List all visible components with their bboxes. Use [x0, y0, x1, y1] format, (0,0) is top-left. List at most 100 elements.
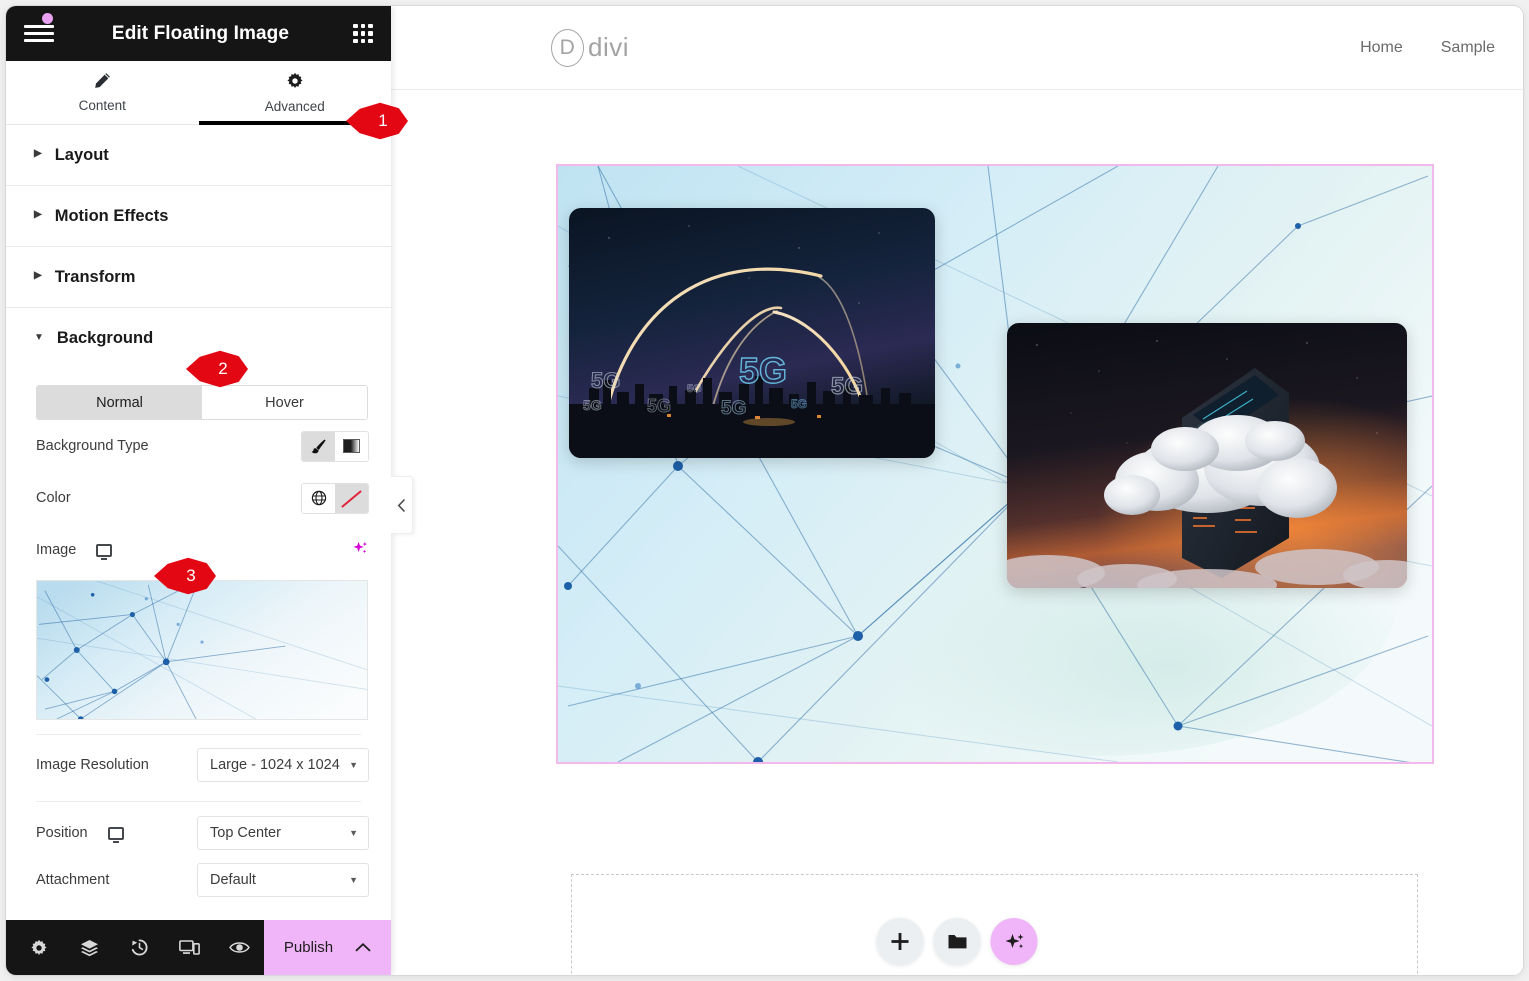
chevron-down-icon: ▼	[349, 828, 358, 838]
svg-text:5G: 5G	[591, 368, 620, 393]
ai-sparkle-icon[interactable]	[352, 539, 369, 561]
no-color-swatch[interactable]	[335, 483, 368, 513]
globe-icon[interactable]	[302, 483, 335, 513]
tab-content-label: Content	[78, 98, 126, 113]
svg-text:5G: 5G	[647, 396, 671, 416]
section-background-header[interactable]: ▼ Background	[6, 308, 391, 369]
tab-advanced[interactable]: Advanced	[198, 61, 392, 125]
editor-panel-footer: Publish	[6, 920, 391, 975]
publish-button[interactable]: Publish	[264, 920, 391, 975]
section-background-label: Background	[56, 329, 154, 347]
chevron-up-icon[interactable]	[355, 940, 371, 955]
image-resolution-label: Image Resolution	[36, 757, 149, 773]
attachment-row: Attachment Default ▼	[6, 854, 391, 906]
image-label: Image	[36, 542, 77, 558]
image-5g-graphic: 5G 5G 5G 5G 5G 5G 5G 5G	[569, 208, 935, 458]
section-layout-label: Layout	[54, 145, 109, 164]
responsive-icon[interactable]	[164, 939, 214, 956]
color-options[interactable]	[301, 482, 369, 514]
desktop-icon[interactable]	[96, 543, 113, 560]
editor-panel-body[interactable]: ▶ Layout ▶ Motion Effects ▶ Transform ▼ …	[6, 125, 391, 920]
editor-panel: Edit Floating Image Content Advanced ▶ L…	[6, 6, 391, 975]
image-resolution-row: Image Resolution Large - 1024 x 1024 ▼	[6, 735, 391, 787]
chevron-down-icon: ▼	[349, 875, 358, 885]
template-library-button[interactable]	[933, 918, 981, 965]
section-transform-label: Transform	[54, 267, 136, 286]
grid-apps-icon[interactable]	[353, 23, 373, 44]
image-5g-city-skyline[interactable]: 5G 5G 5G 5G 5G 5G 5G 5G	[569, 208, 935, 458]
ai-sparkle-icon	[1005, 933, 1023, 948]
attachment-label: Attachment	[36, 872, 110, 888]
svg-text:5G: 5G	[721, 398, 746, 419]
pencil-icon	[94, 72, 111, 92]
svg-text:5G: 5G	[583, 397, 602, 413]
position-row: Position Top Center ▼	[6, 802, 391, 854]
tab-content[interactable]: Content	[6, 61, 199, 124]
desktop-icon[interactable]	[107, 826, 124, 843]
section-transform[interactable]: ▶ Transform	[6, 247, 391, 308]
browser-page-frame: D divi Home Sample Elementor #22	[6, 6, 1523, 975]
image-cloud-server[interactable]	[1007, 323, 1407, 588]
background-image-thumbnail	[37, 581, 367, 719]
editor-panel-header: Edit Floating Image	[6, 6, 391, 61]
section-layout[interactable]: ▶ Layout	[6, 125, 391, 186]
history-icon[interactable]	[114, 938, 164, 957]
hero-section[interactable]: 5G 5G 5G 5G 5G 5G 5G 5G	[556, 164, 1434, 764]
attachment-value: Default	[210, 872, 256, 888]
footer-icon-row[interactable]	[6, 920, 264, 975]
folder-icon	[948, 935, 966, 949]
divi-logo-mark: D	[551, 28, 584, 67]
preview-eye-icon[interactable]	[214, 940, 264, 955]
nav-item-home[interactable]: Home	[1360, 39, 1403, 57]
background-type-options[interactable]	[301, 430, 369, 462]
ai-button[interactable]	[990, 918, 1038, 965]
tab-advanced-label: Advanced	[264, 98, 325, 114]
toggle-normal[interactable]: Normal	[37, 386, 202, 419]
position-label: Position	[36, 825, 88, 841]
attachment-select[interactable]: Default ▼	[197, 863, 369, 897]
section-motion-effects[interactable]: ▶ Motion Effects	[6, 186, 391, 247]
chevron-right-icon: ▶	[34, 270, 42, 281]
canvas-fab-row[interactable]	[876, 918, 1038, 965]
add-element-button[interactable]	[876, 918, 924, 965]
section-background: ▼ Background Normal Hover Background Typ…	[6, 308, 391, 906]
position-value: Top Center	[210, 825, 281, 841]
gear-icon	[286, 72, 304, 93]
divi-logo[interactable]: D divi	[551, 28, 630, 67]
editor-panel-title: Edit Floating Image	[111, 22, 290, 44]
gradient-icon[interactable]	[335, 431, 368, 461]
image-row: Image	[6, 524, 391, 576]
normal-hover-toggle-row: Normal Hover	[6, 369, 391, 420]
app-root: D divi Home Sample Elementor #22	[0, 0, 1529, 981]
svg-text:5G: 5G	[687, 383, 702, 395]
image-cloud-graphic	[1007, 323, 1407, 588]
nav-item-sample[interactable]: Sample	[1441, 39, 1495, 57]
classic-brush-icon[interactable]	[302, 431, 335, 461]
canvas-scroll-area[interactable]: 5G 5G 5G 5G 5G 5G 5G 5G	[391, 90, 1523, 975]
background-type-row: Background Type	[6, 420, 391, 472]
position-select[interactable]: Top Center ▼	[197, 816, 369, 850]
background-image-preview[interactable]	[36, 580, 368, 720]
hamburger-menu-icon[interactable]	[24, 12, 54, 45]
panel-collapse-handle[interactable]	[391, 476, 413, 534]
website-canvas[interactable]: D divi Home Sample Elementor #22	[391, 6, 1523, 975]
chevron-left-icon	[397, 498, 405, 512]
chevron-right-icon: ▶	[34, 209, 42, 220]
settings-gear-icon[interactable]	[14, 939, 64, 957]
toggle-hover[interactable]: Hover	[202, 386, 367, 419]
chevron-down-icon: ▼	[349, 760, 358, 770]
section-motion-effects-label: Motion Effects	[54, 206, 169, 225]
notification-dot	[42, 12, 53, 24]
image-resolution-value: Large - 1024 x 1024	[210, 757, 340, 773]
site-header: D divi Home Sample	[391, 6, 1523, 90]
image-resolution-select[interactable]: Large - 1024 x 1024 ▼	[197, 748, 369, 782]
chevron-right-icon: ▶	[34, 148, 42, 159]
divi-logo-text: divi	[588, 32, 630, 62]
site-nav[interactable]: Home Sample	[1360, 39, 1503, 57]
plus-icon	[891, 933, 909, 950]
svg-text:5G: 5G	[791, 397, 807, 411]
normal-hover-toggle[interactable]: Normal Hover	[36, 385, 368, 420]
svg-text:5G: 5G	[739, 350, 787, 391]
editor-panel-tabs[interactable]: Content Advanced	[6, 61, 391, 125]
layers-icon[interactable]	[64, 939, 114, 957]
